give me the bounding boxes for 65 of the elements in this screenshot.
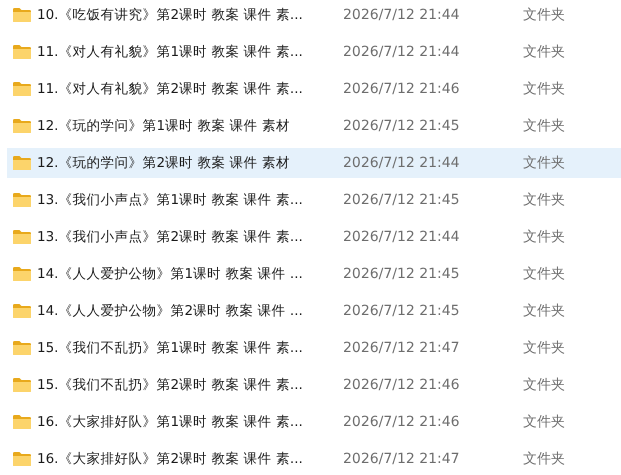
file-row[interactable]: 10.《吃饭有讲究》第2课时 教案 课件 素... 2026/7/12 21:44 文件夹 xyxy=(7,0,621,30)
file-row[interactable]: 13.《我们小声点》第2课时 教案 课件 素... 2026/7/12 21:44 文件夹 xyxy=(7,222,621,252)
file-type: 文件夹 xyxy=(523,6,565,24)
file-row[interactable]: 16.《大家排好队》第1课时 教案 课件 素... 2026/7/12 21:46 文件夹 xyxy=(7,407,621,437)
file-name: 11.《对人有礼貌》第1课时 教案 课件 素... xyxy=(37,43,304,61)
modified-date: 2026/7/12 21:44 xyxy=(343,229,461,245)
folder-icon xyxy=(12,377,32,393)
modified-date: 2026/7/12 21:45 xyxy=(343,266,461,282)
file-type: 文件夹 xyxy=(523,376,565,394)
folder-icon xyxy=(12,7,32,23)
file-type: 文件夹 xyxy=(523,80,565,98)
modified-date: 2026/7/12 21:45 xyxy=(343,303,461,319)
file-row[interactable]: 12.《玩的学问》第1课时 教案 课件 素材 2026/7/12 21:45 文件夹 xyxy=(7,111,621,141)
folder-icon xyxy=(12,266,32,282)
file-name: 13.《我们小声点》第1课时 教案 课件 素... xyxy=(37,191,304,209)
file-row[interactable]: 16.《大家排好队》第2课时 教案 课件 素... 2026/7/12 21:47 文件夹 xyxy=(7,444,621,474)
file-type: 文件夹 xyxy=(523,191,565,209)
folder-icon xyxy=(12,192,32,208)
file-type: 文件夹 xyxy=(523,450,565,468)
file-row[interactable]: 11.《对人有礼貌》第1课时 教案 课件 素... 2026/7/12 21:44 文件夹 xyxy=(7,37,621,67)
file-name: 13.《我们小声点》第2课时 教案 课件 素... xyxy=(37,228,304,246)
folder-icon xyxy=(12,155,32,171)
file-row[interactable]: 14.《人人爱护公物》第2课时 教案 课件 ... 2026/7/12 21:45 文件夹 xyxy=(7,296,621,326)
file-row[interactable]: 15.《我们不乱扔》第2课时 教案 课件 素... 2026/7/12 21:46 文件夹 xyxy=(7,370,621,400)
folder-icon xyxy=(12,451,32,467)
file-name: 12.《玩的学问》第2课时 教案 课件 素材 xyxy=(37,154,291,172)
file-row[interactable]: 15.《我们不乱扔》第1课时 教案 课件 素... 2026/7/12 21:47 文件夹 xyxy=(7,333,621,363)
modified-date: 2026/7/12 21:44 xyxy=(343,44,461,60)
folder-icon xyxy=(12,118,32,134)
file-type: 文件夹 xyxy=(523,117,565,135)
modified-date: 2026/7/12 21:45 xyxy=(343,192,461,208)
folder-icon xyxy=(12,81,32,97)
folder-icon xyxy=(12,414,32,430)
file-name: 12.《玩的学问》第1课时 教案 课件 素材 xyxy=(37,117,291,135)
modified-date: 2026/7/12 21:47 xyxy=(343,340,461,356)
file-type: 文件夹 xyxy=(523,154,565,172)
file-row[interactable]: 12.《玩的学问》第2课时 教案 课件 素材 2026/7/12 21:44 文件夹 xyxy=(7,148,621,178)
file-type: 文件夹 xyxy=(523,228,565,246)
modified-date: 2026/7/12 21:46 xyxy=(343,414,461,430)
file-row[interactable]: 13.《我们小声点》第1课时 教案 课件 素... 2026/7/12 21:45 文件夹 xyxy=(7,185,621,215)
file-name: 10.《吃饭有讲究》第2课时 教案 课件 素... xyxy=(37,6,304,24)
file-type: 文件夹 xyxy=(523,265,565,283)
file-name: 14.《人人爱护公物》第1课时 教案 课件 ... xyxy=(37,265,304,283)
modified-date: 2026/7/12 21:46 xyxy=(343,377,461,393)
modified-date: 2026/7/12 21:47 xyxy=(343,451,461,467)
file-name: 16.《大家排好队》第2课时 教案 课件 素... xyxy=(37,450,304,468)
folder-icon xyxy=(12,303,32,319)
file-name: 11.《对人有礼貌》第2课时 教案 课件 素... xyxy=(37,80,304,98)
folder-icon xyxy=(12,44,32,60)
file-type: 文件夹 xyxy=(523,302,565,320)
modified-date: 2026/7/12 21:44 xyxy=(343,155,461,171)
file-type: 文件夹 xyxy=(523,413,565,431)
folder-icon xyxy=(12,229,32,245)
file-row[interactable]: 11.《对人有礼貌》第2课时 教案 课件 素... 2026/7/12 21:46 文件夹 xyxy=(7,74,621,104)
file-name: 14.《人人爱护公物》第2课时 教案 课件 ... xyxy=(37,302,304,320)
file-name: 15.《我们不乱扔》第2课时 教案 课件 素... xyxy=(37,376,304,394)
file-row[interactable]: 14.《人人爱护公物》第1课时 教案 课件 ... 2026/7/12 21:45 文件夹 xyxy=(7,259,621,289)
folder-icon xyxy=(12,340,32,356)
file-name: 16.《大家排好队》第1课时 教案 课件 素... xyxy=(37,413,304,431)
file-type: 文件夹 xyxy=(523,339,565,357)
modified-date: 2026/7/12 21:46 xyxy=(343,81,461,97)
modified-date: 2026/7/12 21:45 xyxy=(343,118,461,134)
file-type: 文件夹 xyxy=(523,43,565,61)
modified-date: 2026/7/12 21:44 xyxy=(343,7,461,23)
file-name: 15.《我们不乱扔》第1课时 教案 课件 素... xyxy=(37,339,304,357)
